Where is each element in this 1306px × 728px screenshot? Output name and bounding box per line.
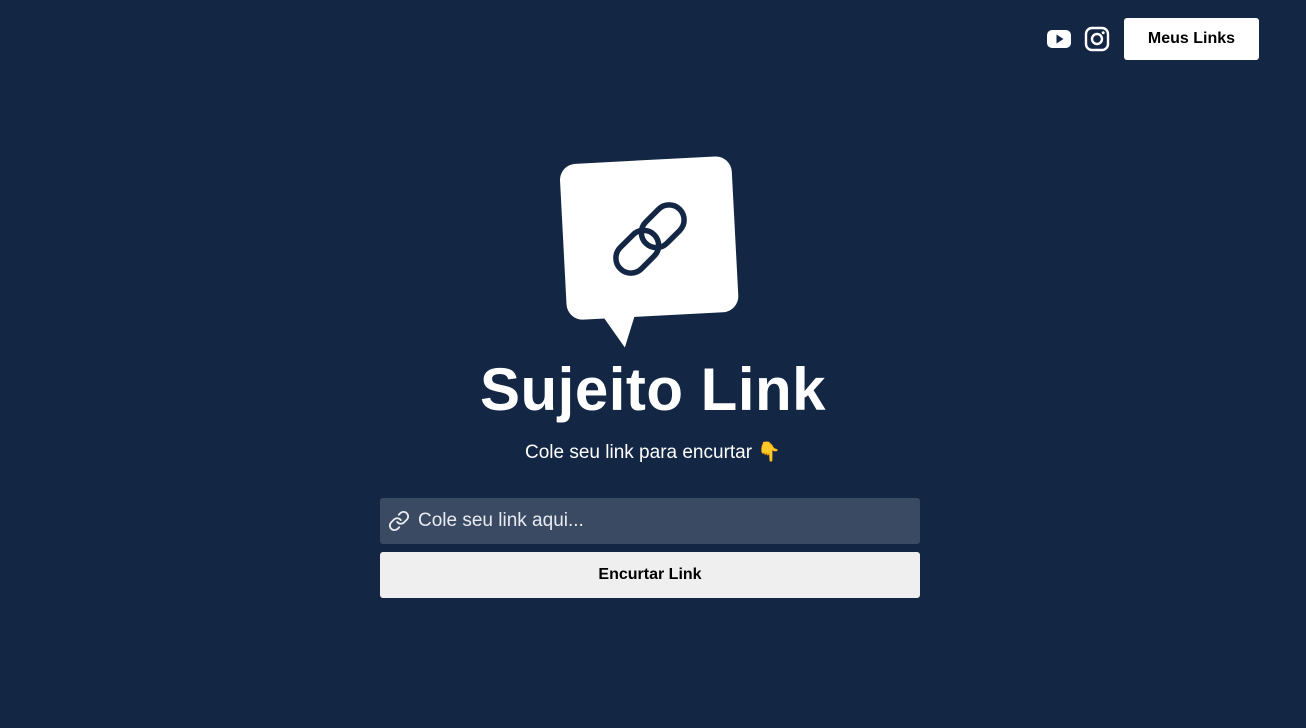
page-subtitle: Cole seu link para encurtar 👇 xyxy=(525,442,781,463)
shorten-link-button[interactable]: Encurtar Link xyxy=(380,552,920,598)
logo xyxy=(555,150,745,350)
link-icon xyxy=(388,510,410,532)
my-links-button[interactable]: Meus Links xyxy=(1124,18,1259,60)
top-navigation: Meus Links xyxy=(1046,18,1259,60)
link-chat-bubble-icon xyxy=(560,156,739,348)
youtube-icon xyxy=(1047,30,1071,48)
instagram-icon xyxy=(1084,26,1110,52)
instagram-link[interactable] xyxy=(1084,26,1110,52)
link-input-field xyxy=(380,498,920,544)
link-input[interactable] xyxy=(418,498,920,544)
page-title: Sujeito Link xyxy=(479,356,827,423)
youtube-link[interactable] xyxy=(1046,26,1072,52)
